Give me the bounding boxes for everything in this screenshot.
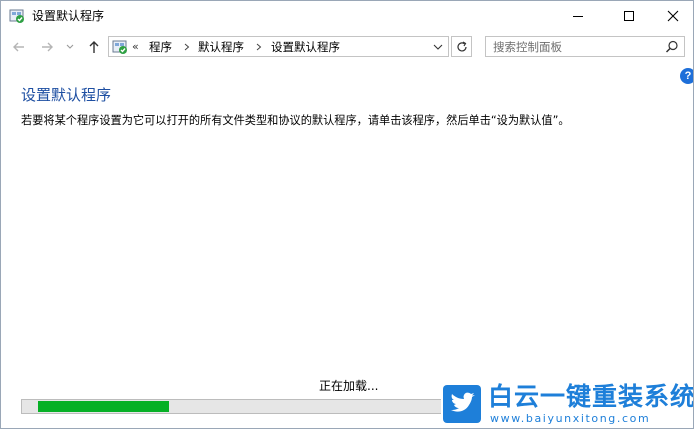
- forward-arrow-icon: [42, 42, 53, 52]
- page-title: 设置默认程序: [21, 86, 112, 104]
- refresh-icon: [456, 40, 467, 51]
- back-arrow-icon: [13, 42, 24, 52]
- breadcrumb-default-programs[interactable]: 默认程序: [198, 39, 244, 55]
- recent-locations-button[interactable]: [64, 37, 76, 57]
- chevron-down-icon: [433, 44, 443, 50]
- chevron-down-icon: [66, 44, 74, 49]
- forward-button[interactable]: [38, 37, 56, 57]
- breadcrumb-overflow[interactable]: «: [132, 39, 139, 55]
- address-dropdown-button[interactable]: [428, 37, 448, 56]
- up-arrow-icon: [89, 41, 99, 53]
- breadcrumb-set-default-programs[interactable]: 设置默认程序: [271, 39, 340, 55]
- maximize-button[interactable]: [606, 1, 652, 31]
- control-panel-window: 设置默认程序 « 程序 默认程序 设置默认程序 搜索控制面板 ? 设置默认程序 …: [0, 0, 694, 429]
- breadcrumb-programs[interactable]: 程序: [149, 39, 172, 55]
- chevron-right-icon[interactable]: [182, 40, 192, 54]
- control-panel-icon: [112, 39, 128, 55]
- chevron-right-icon[interactable]: [254, 40, 264, 54]
- watermark-logo: 白云一键重装系统 www.baiyunxitong.com: [441, 381, 694, 428]
- search-input[interactable]: 搜索控制面板: [485, 36, 685, 57]
- help-icon[interactable]: ?: [680, 68, 693, 84]
- minimize-button[interactable]: [555, 1, 601, 31]
- navigation-bar: « 程序 默认程序 设置默认程序 搜索控制面板: [1, 33, 693, 61]
- close-button[interactable]: [650, 1, 693, 31]
- page-description: 若要将某个程序设置为它可以打开的所有文件类型和协议的默认程序，请单击该程序，然后…: [21, 114, 570, 127]
- up-button[interactable]: [85, 37, 103, 57]
- search-placeholder: 搜索控制面板: [493, 40, 562, 54]
- title-bar[interactable]: 设置默认程序: [1, 1, 693, 31]
- loading-status: 正在加载...: [319, 379, 379, 393]
- watermark-brand-name: 白云一键重装系统: [488, 382, 694, 411]
- bird-logo-icon: [443, 385, 481, 423]
- progress-fill: [38, 401, 169, 412]
- watermark-url: www.baiyunxitong.com: [490, 412, 651, 425]
- back-button[interactable]: [10, 37, 28, 57]
- window-title: 设置默认程序: [32, 9, 105, 23]
- search-icon[interactable]: [664, 39, 680, 55]
- control-panel-app-icon: [9, 8, 25, 24]
- address-bar[interactable]: « 程序 默认程序 设置默认程序: [108, 36, 449, 57]
- refresh-button[interactable]: [451, 36, 472, 57]
